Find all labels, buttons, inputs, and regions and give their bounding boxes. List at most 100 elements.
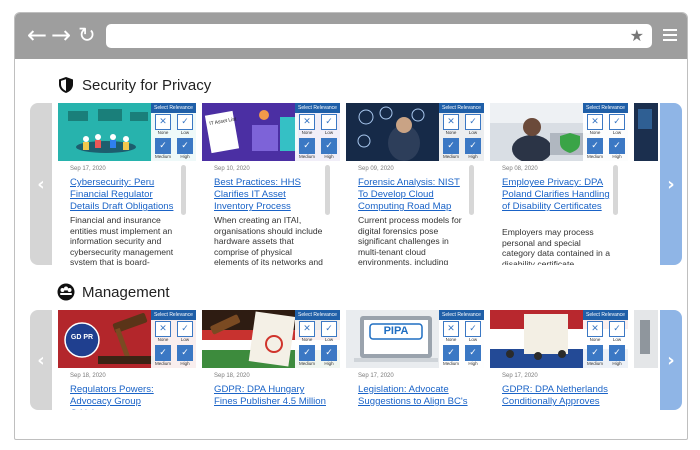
relevance-title: Select Relevance	[151, 310, 196, 320]
relevance-high-button[interactable]: ✓ High	[463, 138, 483, 161]
article-card-peek[interactable]	[634, 103, 658, 265]
hamburger-menu-icon[interactable]	[663, 29, 677, 41]
relevance-high-button[interactable]: ✓ High	[463, 345, 483, 368]
article-card[interactable]: Select Relevance ✕ None ✓ Low ✓ Medium ✓ Hig…	[490, 310, 628, 410]
article-title-link[interactable]: Forensic Analysis: NIST To Develop Cloud…	[358, 177, 470, 213]
reload-icon[interactable]: ↻	[78, 21, 96, 49]
relevance-selector: Select Relevance ✕ None ✓ Low ✓ Medium ✓ Hig…	[151, 103, 196, 161]
carousel-prev-button[interactable]: ‹	[30, 310, 52, 410]
article-excerpt: Financial and insurance entities must im…	[70, 215, 174, 265]
article-title-link[interactable]: Cybersecurity: Peru Financial Regulator …	[70, 177, 182, 213]
wave-check-icon: ✓	[155, 345, 171, 361]
relevance-low-button[interactable]: ✓ Low	[175, 321, 195, 344]
article-title-link[interactable]: GDPR: DPA Netherlands Conditionally Appr…	[502, 384, 614, 408]
article-image	[634, 310, 658, 368]
relevance-medium-button[interactable]: ✓ Medium	[441, 138, 461, 161]
relevance-low-button[interactable]: ✓ Low	[175, 114, 195, 137]
article-image: Select Relevance ✕ None ✓ Low ✓ Medium ✓ Hig…	[346, 103, 484, 161]
x-icon: ✕	[443, 114, 459, 130]
x-icon: ✕	[443, 321, 459, 337]
article-date: Sep 17, 2020	[502, 373, 538, 379]
relevance-medium-button[interactable]: ✓ Medium	[153, 138, 173, 161]
relevance-high-button[interactable]: ✓ High	[607, 345, 627, 368]
card-scrollbar[interactable]	[181, 165, 186, 215]
relevance-low-button[interactable]: ✓ Low	[607, 321, 627, 344]
relevance-low-button[interactable]: ✓ Low	[319, 321, 339, 344]
carousel-next-button[interactable]: ›	[660, 310, 682, 410]
card-scrollbar[interactable]	[469, 165, 474, 215]
check-icon: ✓	[465, 138, 481, 154]
article-card[interactable]: PIPA Select Relevance ✕ None ✓ Low ✓ Medium…	[346, 310, 484, 410]
star-icon[interactable]: ★	[630, 26, 644, 45]
article-image	[634, 103, 658, 161]
article-card[interactable]: Select Relevance ✕ None ✓ Low ✓ Medium ✓ Hig…	[58, 103, 196, 265]
check-icon: ✓	[609, 321, 625, 337]
relevance-high-button[interactable]: ✓ High	[175, 138, 195, 161]
relevance-none-button[interactable]: ✕ None	[297, 114, 317, 137]
people-group-icon	[57, 283, 75, 301]
article-card-peek[interactable]	[634, 310, 658, 410]
relevance-medium-button[interactable]: ✓ Medium	[441, 345, 461, 368]
carousel-security: ‹ Select Relevance ✕None ✓Low ✓Medium	[30, 103, 682, 265]
article-card[interactable]: Select Relevance ✕ None ✓ Low ✓ Medium ✓ Hig…	[346, 103, 484, 265]
carousel-prev-button[interactable]: ‹	[30, 103, 52, 265]
relevance-none-button[interactable]: ✕ None	[441, 321, 461, 344]
chevron-right-icon: ›	[667, 173, 675, 195]
x-icon: ✕	[587, 114, 603, 130]
check-icon: ✓	[465, 114, 481, 130]
article-title-link[interactable]: Legislation: Advocate Suggestions to Ali…	[358, 384, 470, 408]
relevance-high-button[interactable]: ✓ High	[319, 345, 339, 368]
wave-check-icon: ✓	[587, 138, 603, 154]
section-header-security: Security for Privacy	[57, 74, 211, 96]
relevance-low-button[interactable]: ✓ Low	[319, 114, 339, 137]
relevance-none-button[interactable]: ✕ None	[585, 114, 605, 137]
check-icon: ✓	[321, 114, 337, 130]
relevance-none-button[interactable]: ✕ None	[441, 114, 461, 137]
back-arrow-icon[interactable]: ←	[27, 21, 47, 49]
shield-icon	[59, 77, 73, 93]
article-title-link[interactable]: GDPR: DPA Hungary Fines Publisher 4.5 Mi…	[214, 384, 326, 408]
relevance-high-button[interactable]: ✓ High	[319, 138, 339, 161]
gdpr-seal-text: GD PR	[70, 334, 94, 341]
relevance-high-button[interactable]: ✓ High	[607, 138, 627, 161]
relevance-none-button[interactable]: ✕ None	[153, 114, 173, 137]
article-card[interactable]: Select Relevance ✕ None ✓ Low ✓ Medium ✓ Hig…	[490, 103, 628, 265]
relevance-medium-button[interactable]: ✓ Medium	[153, 345, 173, 368]
card-scrollbar[interactable]	[613, 165, 618, 215]
relevance-selector: Select Relevance ✕ None ✓ Low ✓ Medium ✓ Hig…	[151, 310, 196, 368]
relevance-none-button[interactable]: ✕ None	[297, 321, 317, 344]
relevance-medium-button[interactable]: ✓ Medium	[297, 138, 317, 161]
address-bar[interactable]: ★	[106, 24, 652, 48]
relevance-title: Select Relevance	[295, 103, 340, 113]
relevance-low-button[interactable]: ✓ Low	[463, 114, 483, 137]
relevance-selector: Select Relevance ✕ None ✓ Low ✓ Medium ✓ Hig…	[295, 103, 340, 161]
relevance-title: Select Relevance	[295, 310, 340, 320]
article-title-link[interactable]: Employee Privacy: DPA Poland Clarifies H…	[502, 177, 614, 213]
carousel-next-button[interactable]: ›	[660, 103, 682, 265]
relevance-title: Select Relevance	[151, 103, 196, 113]
relevance-none-button[interactable]: ✕ None	[153, 321, 173, 344]
article-image: PIPA Select Relevance ✕ None ✓ Low ✓ Medium…	[346, 310, 484, 368]
relevance-medium-button[interactable]: ✓ Medium	[585, 345, 605, 368]
wave-check-icon: ✓	[587, 345, 603, 361]
article-title-link[interactable]: Best Practices: HHS Clarifies IT Asset I…	[214, 177, 326, 213]
card-scrollbar[interactable]	[325, 165, 330, 215]
article-card[interactable]: Select Relevance ✕ None ✓ Low ✓ Medium ✓ Hig…	[202, 310, 340, 410]
forward-arrow-icon[interactable]: →	[51, 21, 71, 49]
relevance-title: Select Relevance	[439, 310, 484, 320]
check-icon: ✓	[609, 138, 625, 154]
relevance-high-button[interactable]: ✓ High	[175, 345, 195, 368]
article-image: Select Relevance ✕ None ✓ Low ✓ Medium ✓ Hig…	[490, 310, 628, 368]
article-image: Select Relevance ✕ None ✓ Low ✓ Medium ✓ Hig…	[490, 103, 628, 161]
relevance-none-button[interactable]: ✕ None	[585, 321, 605, 344]
article-card[interactable]: GD PR Select Relevance ✕ None ✓ Low ✓ Mediu…	[58, 310, 196, 410]
check-icon: ✓	[465, 345, 481, 361]
article-card[interactable]: IT Asset List Select Relevance ✕ None ✓ Lo…	[202, 103, 340, 265]
article-title-link[interactable]: Regulators Powers: Advocacy Group Critic…	[70, 384, 182, 410]
relevance-low-button[interactable]: ✓ Low	[463, 321, 483, 344]
relevance-medium-button[interactable]: ✓ Medium	[585, 138, 605, 161]
wave-check-icon: ✓	[443, 345, 459, 361]
wave-check-icon: ✓	[299, 345, 315, 361]
relevance-medium-button[interactable]: ✓ Medium	[297, 345, 317, 368]
relevance-low-button[interactable]: ✓ Low	[607, 114, 627, 137]
